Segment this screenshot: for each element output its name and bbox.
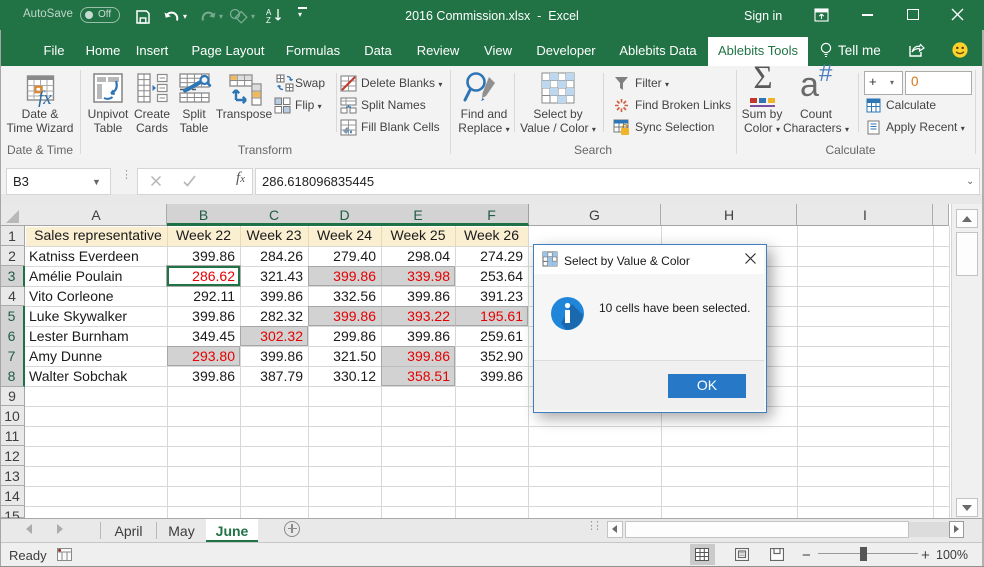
svg-text:fx: fx bbox=[38, 88, 52, 107]
